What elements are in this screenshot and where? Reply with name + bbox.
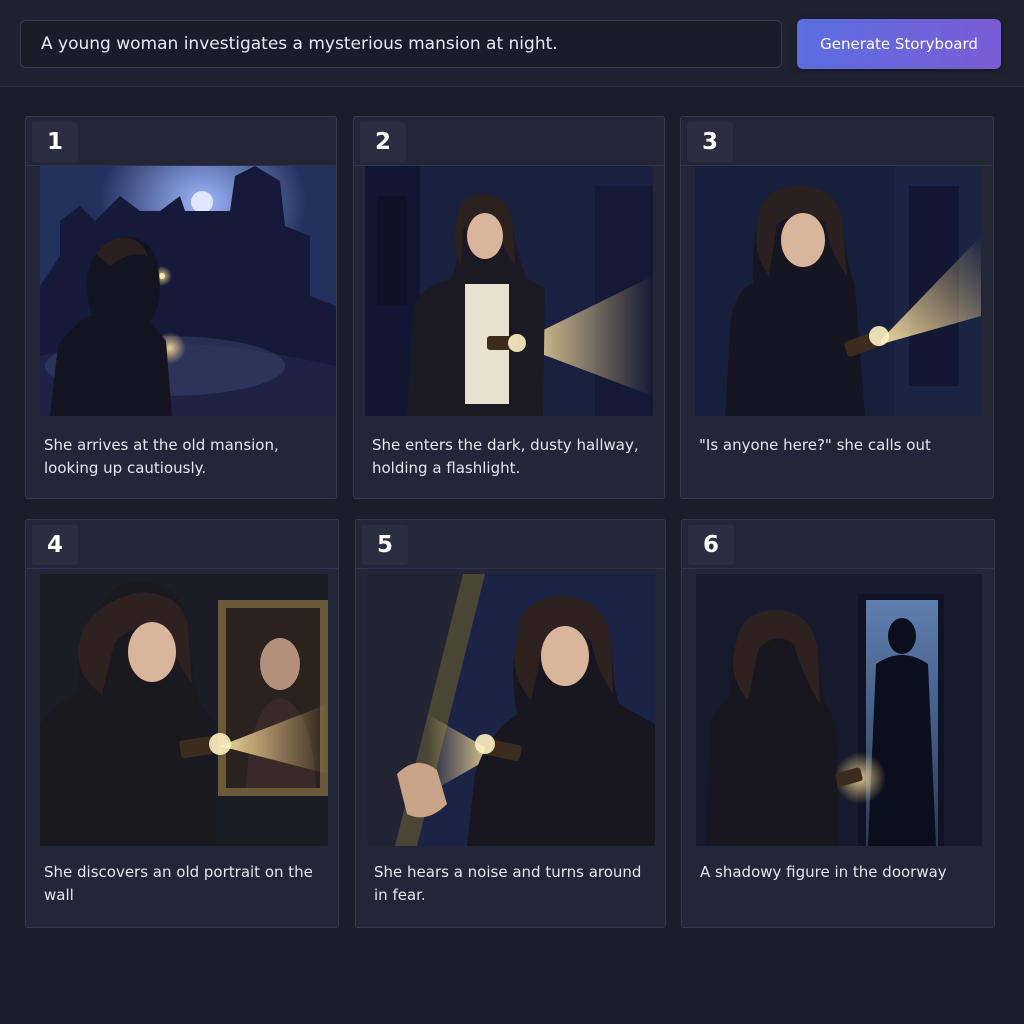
panel-caption: She enters the dark, dusty hallway, hold… [372,436,639,477]
panel-illustration [40,574,328,846]
panel-number: 3 [687,122,733,162]
panel-caption: She hears a noise and turns around in fe… [374,863,642,904]
panel-illustration [367,574,655,846]
panel-caption: She discovers an old portrait on the wal… [44,863,313,904]
panel-number: 6 [688,525,734,565]
panel-number: 1 [32,122,78,162]
panel-number: 4 [32,525,78,565]
story-prompt-input[interactable] [20,20,782,68]
generate-storyboard-button[interactable]: Generate Storyboard [797,19,1001,69]
panel-number: 2 [360,122,406,162]
panel-caption: She arrives at the old mansion, looking … [44,436,279,477]
panel-header: 3 [681,117,993,166]
panel-caption: A shadowy figure in the doorway [700,863,947,881]
panel-header: 2 [354,117,664,166]
storyboard-panel-6[interactable]: 6 A shadowy figure in the doorway [681,519,995,928]
panel-caption: "Is anyone here?" she calls out [699,436,931,454]
panel-header: 5 [356,520,665,569]
panel-illustration [696,574,982,846]
storyboard-panel-1[interactable]: 1 She arrives at the old mansion, lookin… [25,116,337,499]
panel-illustration [365,166,653,416]
storyboard-panel-3[interactable]: 3 "Is anyone here?" she calls out [680,116,994,499]
storyboard-panel-2[interactable]: 2 She enters the dark, dusty hallway, ho… [353,116,665,499]
panel-header: 1 [26,117,336,166]
storyboard-panel-4[interactable]: 4 She discovers an old portrait on the w… [25,519,339,928]
panel-number: 5 [362,525,408,565]
panel-header: 4 [26,520,338,569]
panel-illustration [695,166,981,416]
panel-header: 6 [682,520,994,569]
storyboard-panel-5[interactable]: 5 She hears a noise and turns around in … [355,519,666,928]
panel-illustration [40,166,336,416]
top-bar: Generate Storyboard [0,0,1024,87]
